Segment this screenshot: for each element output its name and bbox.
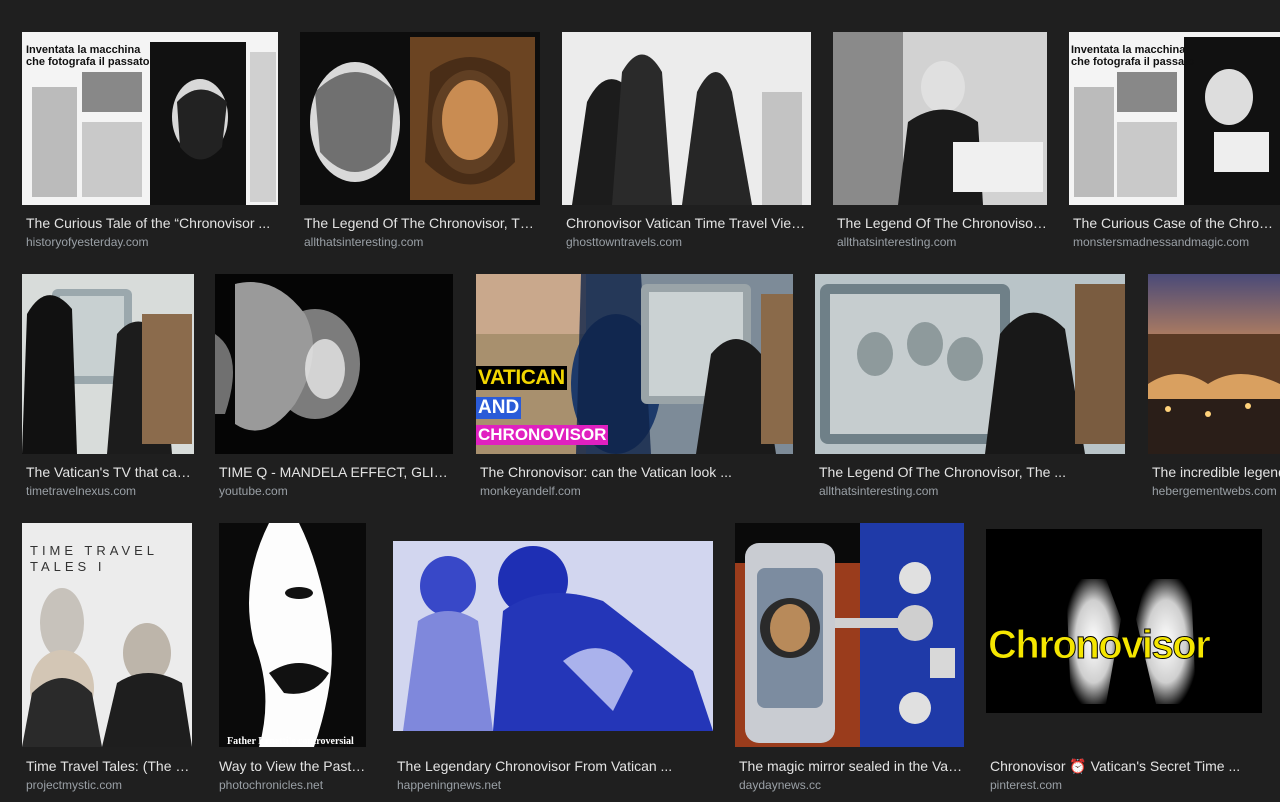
result-thumbnail[interactable]: [562, 32, 811, 205]
thumb-vatican-label: VATICAN: [476, 366, 567, 390]
result-card-11[interactable]: TIME TRAVEL TALES I Time Travel Tales: (…: [22, 523, 192, 802]
result-source[interactable]: daydaynews.cc: [739, 777, 963, 793]
result-title[interactable]: The Curious Case of the Chronov...: [1073, 214, 1280, 232]
result-card-14[interactable]: The magic mirror sealed in the Vati... d…: [735, 523, 965, 802]
thumb-headline: Inventata la macchina: [1071, 44, 1186, 56]
result-thumbnail[interactable]: [393, 541, 713, 731]
result-card-8[interactable]: VATICAN AND CHRONOVISOR The Chronovisor:…: [476, 274, 794, 504]
result-thumbnail[interactable]: Inventata la macchina che fotografa il p…: [22, 32, 278, 205]
result-source[interactable]: pinterest.com: [990, 777, 1250, 793]
result-source[interactable]: allthatsinteresting.com: [304, 234, 538, 250]
thumb-and-label: AND: [476, 397, 522, 419]
result-thumbnail[interactable]: TIME TRAVEL TALES I: [22, 523, 192, 747]
result-thumbnail[interactable]: Chronovisor: [986, 529, 1262, 713]
result-thumbnail[interactable]: VATICAN AND CHRONOVISOR: [476, 274, 793, 454]
result-title[interactable]: Way to View the Past? ...: [219, 757, 367, 775]
result-thumbnail[interactable]: [300, 32, 540, 205]
result-thumbnail[interactable]: [833, 32, 1047, 205]
result-card-10[interactable]: The incredible legend hebergementwebs.co…: [1148, 274, 1280, 504]
thumb-headline: che fotografa il passato: [26, 56, 150, 68]
thumb-headline: che fotografa il passato: [1071, 56, 1195, 68]
result-card-4[interactable]: The Legend Of The Chronovisor, ... allth…: [833, 32, 1047, 254]
result-title[interactable]: Chronovisor Vatican Time Travel View...: [566, 214, 810, 232]
result-card-7[interactable]: TIME Q - MANDELA EFFECT, GLITCH... youtu…: [215, 274, 455, 504]
result-source[interactable]: monstersmadnessandmagic.com: [1073, 234, 1280, 250]
result-source[interactable]: ghosttowntravels.com: [566, 234, 810, 250]
result-source[interactable]: timetravelnexus.com: [26, 483, 194, 499]
result-source[interactable]: youtube.com: [219, 483, 451, 499]
result-thumbnail[interactable]: [215, 274, 453, 454]
thumb-title-line: TIME TRAVEL: [30, 543, 159, 558]
result-card-2[interactable]: The Legend Of The Chronovisor, The ... a…: [300, 32, 540, 254]
result-card-3[interactable]: Chronovisor Vatican Time Travel View... …: [562, 32, 812, 254]
result-title[interactable]: The Legend Of The Chronovisor, The ...: [304, 214, 538, 232]
result-card-13[interactable]: The Legendary Chronovisor From Vatican .…: [393, 523, 715, 802]
result-card-12[interactable]: Father Ernetti's controversial Way to Vi…: [219, 523, 367, 802]
result-source[interactable]: historyofyesterday.com: [26, 234, 276, 250]
result-thumbnail[interactable]: [815, 274, 1125, 454]
result-card-9[interactable]: The Legend Of The Chronovisor, The ... a…: [815, 274, 1127, 504]
result-title[interactable]: Time Travel Tales: (The C...: [26, 757, 192, 775]
result-card-6[interactable]: The Vatican's TV that can... timetraveln…: [22, 274, 194, 504]
result-title[interactable]: The Curious Tale of the “Chronovisor ...: [26, 214, 276, 232]
thumb-chronovisor-label: CHRONOVISOR: [476, 425, 609, 445]
result-title[interactable]: The Vatican's TV that can...: [26, 463, 194, 481]
thumb-title-line: TALES I: [30, 559, 106, 574]
result-card-5[interactable]: Inventata la macchina che fotografa il p…: [1069, 32, 1280, 254]
result-title[interactable]: Chronovisor ⏰ Vatican's Secret Time ...: [990, 757, 1250, 775]
result-card-1[interactable]: Inventata la macchina che fotografa il p…: [22, 32, 278, 254]
result-source[interactable]: allthatsinteresting.com: [837, 234, 1047, 250]
result-source[interactable]: projectmystic.com: [26, 777, 192, 793]
result-source[interactable]: allthatsinteresting.com: [819, 483, 1123, 499]
result-thumbnail[interactable]: [735, 523, 964, 747]
result-title[interactable]: The incredible legend: [1152, 463, 1280, 481]
result-title[interactable]: TIME Q - MANDELA EFFECT, GLITCH...: [219, 463, 451, 481]
result-source[interactable]: photochronicles.net: [219, 777, 367, 793]
result-thumbnail[interactable]: [22, 274, 194, 454]
result-card-15[interactable]: Chronovisor Chronovisor ⏰ Vatican's Secr…: [986, 523, 1264, 802]
thumb-headline: Inventata la macchina: [26, 44, 141, 56]
thumb-caption: Father Ernetti's controversial: [227, 736, 354, 747]
result-title[interactable]: The Legend Of The Chronovisor, The ...: [819, 463, 1123, 481]
result-title[interactable]: The magic mirror sealed in the Vati...: [739, 757, 963, 775]
result-source[interactable]: monkeyandelf.com: [480, 483, 790, 499]
result-title[interactable]: The Chronovisor: can the Vatican look ..…: [480, 463, 790, 481]
result-thumbnail[interactable]: Inventata la macchina che fotografa il p…: [1069, 32, 1280, 205]
result-thumbnail[interactable]: [1148, 274, 1280, 454]
result-title[interactable]: The Legend Of The Chronovisor, ...: [837, 214, 1047, 232]
thumb-chronovisor-word: Chronovisor: [987, 623, 1211, 668]
result-title[interactable]: The Legendary Chronovisor From Vatican .…: [397, 757, 713, 775]
result-thumbnail[interactable]: Father Ernetti's controversial: [219, 523, 366, 747]
image-results-grid: Inventata la macchina che fotografa il p…: [0, 0, 1280, 802]
result-source[interactable]: happeningnews.net: [397, 777, 713, 793]
result-source[interactable]: hebergementwebs.com: [1152, 483, 1280, 499]
